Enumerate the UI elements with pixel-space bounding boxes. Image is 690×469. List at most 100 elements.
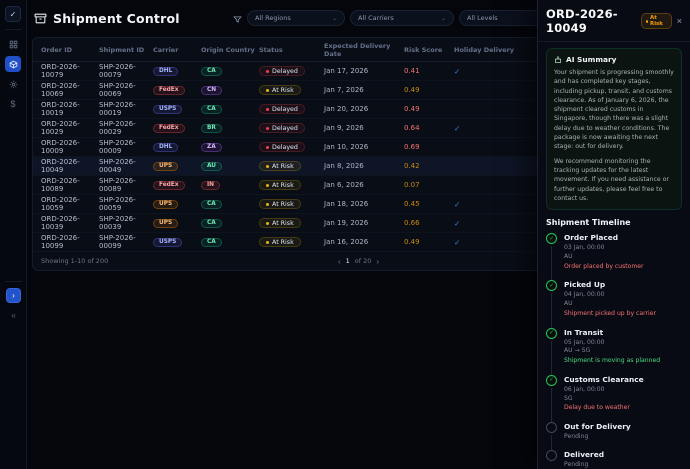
carrier-filter-value: All Carriers (358, 14, 394, 22)
sidebar-item-dashboard[interactable] (5, 36, 21, 52)
status-badge: At Risk (259, 161, 301, 171)
event-location: AU → SG (564, 347, 660, 356)
shipment-id-cell: SHP-2026-00029 (99, 120, 153, 136)
region-filter-value: All Regions (255, 14, 291, 22)
sidebar-item-shipments[interactable] (5, 56, 21, 72)
status-badge: Delayed (259, 104, 305, 114)
page-count-label: of 20 (355, 257, 372, 265)
showing-count-label: Showing 1-10 of 200 (41, 257, 108, 265)
status-label: Delayed (272, 68, 298, 75)
timeline-status-circle-icon: ✓ (546, 450, 557, 461)
expected-delivery-cell: Jan 7, 2026 (324, 86, 404, 94)
expected-delivery-cell: Jan 17, 2026 (324, 67, 404, 75)
risk-score: 0.07 (404, 181, 454, 189)
sidebar-item-billing[interactable]: $ (5, 96, 21, 112)
timeline-event: ✓ Delivered Pending (546, 450, 682, 469)
expected-delivery-cell: Jan 19, 2026 (324, 219, 404, 227)
timeline-rail: ✓ (546, 233, 557, 280)
package-icon (9, 60, 18, 69)
column-header-origin-country: Origin Country (201, 46, 259, 54)
column-header-carrier: Carrier (153, 46, 201, 54)
timeline-status-circle-icon: ✓ (546, 233, 557, 244)
event-time: 06 Jan, 00:00 (564, 386, 644, 395)
prev-page-button[interactable]: ‹ (338, 257, 341, 266)
panel-header: ORD-2026-10049 At Risk × (538, 0, 690, 42)
order-id-cell: ORD-2026-10089 (41, 177, 99, 193)
page-title: Shipment Control (53, 11, 180, 26)
order-id-cell: ORD-2026-10029 (41, 120, 99, 136)
ai-summary-paragraph: Your shipment is progressing smoothly an… (554, 68, 674, 152)
region-filter-select[interactable]: All Regions ⌄ (247, 10, 345, 26)
carrier-badge: DHL (153, 67, 178, 76)
shipment-id-cell: SHP-2026-00039 (99, 215, 153, 231)
carrier-badge: DHL (153, 143, 178, 152)
app-logo: ✓ (5, 6, 21, 22)
timeline-connector (551, 388, 552, 422)
origin-badge: CA (201, 238, 222, 247)
status-badge: At Risk (259, 218, 301, 228)
level-filter-value: All Levels (467, 14, 498, 22)
collapse-sidebar-button[interactable]: « (11, 311, 15, 320)
ai-summary-title: AI Summary (566, 55, 616, 64)
gear-icon (9, 80, 18, 89)
status-badge: Delayed (259, 142, 305, 152)
sidebar-item-settings[interactable] (5, 76, 21, 92)
dashboard-grid-icon (9, 40, 18, 49)
risk-score: 0.64 (404, 124, 454, 132)
timeline-rail: ✓ (546, 375, 557, 422)
order-id-cell: ORD-2026-10059 (41, 196, 99, 212)
order-id-cell: ORD-2026-10079 (41, 63, 99, 79)
timeline-event-body: Delivered Pending (564, 450, 604, 469)
holiday-check-icon: ✓ (454, 238, 460, 247)
holiday-check-icon: ✓ (454, 200, 460, 209)
chevron-right-icon: › (12, 291, 15, 300)
status-dot-icon (266, 146, 269, 149)
column-header-shipment-id: Shipment ID (99, 46, 153, 54)
order-id-cell: ORD-2026-10049 (41, 158, 99, 174)
status-label: At Risk (272, 220, 294, 227)
status-badge: Delayed (259, 66, 305, 76)
status-label: Delayed (272, 144, 298, 151)
timeline-rail: ✓ (546, 422, 557, 451)
risk-score: 0.66 (404, 219, 454, 227)
sidebar: ✓ $ › « (0, 0, 27, 469)
event-title: Customs Clearance (564, 375, 644, 384)
event-note: Shipment is moving as planned (564, 357, 660, 366)
origin-badge: ZA (201, 143, 222, 152)
risk-score: 0.49 (404, 86, 454, 94)
carrier-badge: FedEx (153, 124, 185, 133)
ai-summary-header: AI Summary (554, 55, 674, 64)
column-header-expected-delivery: Expected Delivery Date (324, 42, 404, 58)
carrier-filter-select[interactable]: All Carriers ⌄ (350, 10, 454, 26)
ai-summary-card: AI Summary Your shipment is progressing … (546, 48, 682, 210)
status-dot-icon (266, 184, 269, 187)
event-note: Pending (564, 461, 604, 469)
expected-delivery-cell: Jan 18, 2026 (324, 200, 404, 208)
carrier-badge: UPS (153, 200, 178, 209)
event-time: 03 Jan, 00:00 (564, 244, 644, 253)
origin-badge: CA (201, 200, 222, 209)
timeline-status-circle-icon: ✓ (546, 375, 557, 386)
event-location: SG (564, 395, 644, 404)
shipment-id-cell: SHP-2026-00059 (99, 196, 153, 212)
order-id-cell: ORD-2026-10039 (41, 215, 99, 231)
risk-score: 0.69 (404, 143, 454, 151)
timeline-event-body: In Transit 05 Jan, 00:00 AU → SG Shipmen… (564, 328, 660, 375)
shipment-id-cell: SHP-2026-00069 (99, 82, 153, 98)
close-panel-button[interactable]: × (677, 16, 682, 26)
event-note: Delay due to weather (564, 404, 644, 413)
status-badge: Delayed (259, 123, 305, 133)
next-page-button[interactable]: › (376, 257, 379, 266)
shipment-id-cell: SHP-2026-00009 (99, 139, 153, 155)
status-badge: At Risk (259, 199, 301, 209)
timeline-title: Shipment Timeline (546, 218, 682, 227)
chat-button[interactable]: › (6, 288, 21, 303)
risk-score: 0.42 (404, 162, 454, 170)
timeline-status-circle-icon: ✓ (546, 328, 557, 339)
timeline-event-body: Out for Delivery Pending (564, 422, 631, 451)
timeline-event: ✓ Customs Clearance 06 Jan, 00:00 SG Del… (546, 375, 682, 422)
dollar-icon: $ (10, 99, 15, 109)
double-chevron-left-icon: « (11, 311, 15, 320)
shipment-id-cell: SHP-2026-00099 (99, 234, 153, 250)
expected-delivery-cell: Jan 6, 2026 (324, 181, 404, 189)
